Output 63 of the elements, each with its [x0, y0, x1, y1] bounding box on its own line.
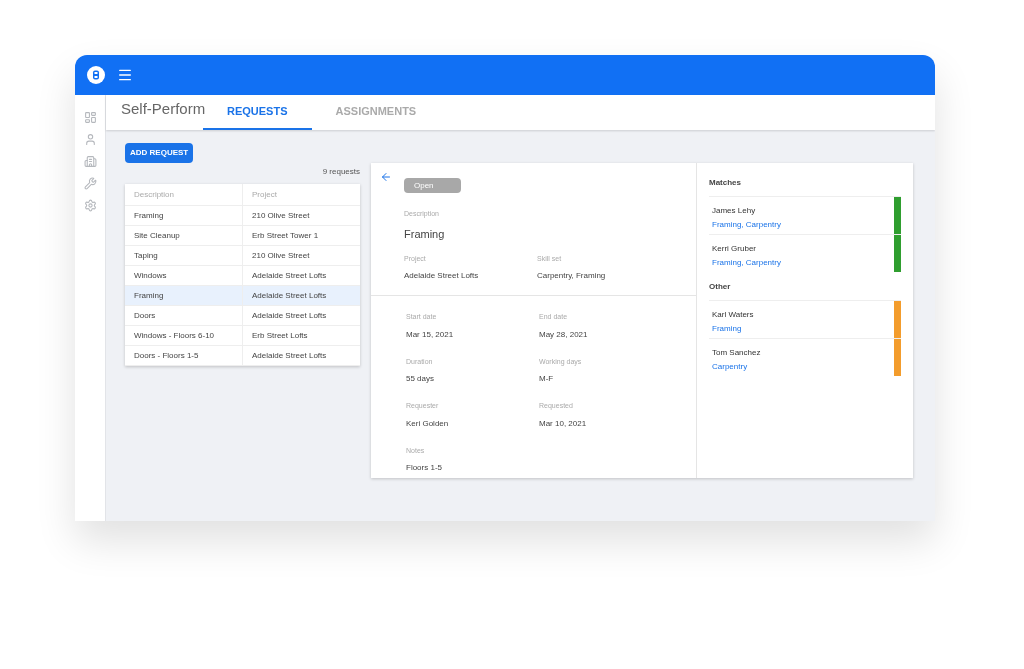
request-count: 9 requests [322, 166, 360, 178]
table-cell-text: Erb Street Lofts [251, 329, 309, 342]
table-cell: Framing [125, 206, 243, 225]
table-row[interactable]: Doors Adelaide Street Lofts [125, 306, 360, 326]
table-cell-text: Erb Street Tower 1 [251, 229, 320, 242]
person-row[interactable]: James Lehy Framing, Carpentry [709, 196, 901, 234]
menu-icon[interactable] [117, 67, 133, 83]
add-request-button[interactable]: ADD REQUEST [125, 143, 194, 163]
field-value: M-F [539, 373, 555, 385]
table-cell: Site Cleanup [125, 226, 243, 245]
person-skills: Carpentry [712, 361, 749, 373]
field-value: Mar 10, 2021 [539, 417, 588, 430]
table-row[interactable]: Framing Adelaide Street Lofts [125, 286, 360, 306]
table-cell-text: 210 Olive Street [251, 209, 311, 222]
table-row[interactable]: Framing 210 Olive Street [125, 206, 360, 226]
wrench-icon[interactable] [83, 177, 97, 190]
person-name: James Lehy [712, 205, 757, 217]
group-heading: Matches [709, 177, 742, 189]
person-row[interactable]: Tom Sanchez Carpentry [709, 338, 901, 376]
table-cell: Doors - Floors 1-5 [125, 346, 243, 365]
column-header: Project [251, 188, 278, 201]
page-title: Self-Perform [120, 98, 203, 119]
group-heading: Other [709, 281, 732, 293]
back-arrow-icon[interactable] [380, 171, 392, 183]
field-value: Adelaide Street Lofts [404, 269, 480, 282]
table-row[interactable]: Doors - Floors 1-5 Adelaide Street Lofts [125, 346, 360, 366]
settings-icon[interactable] [83, 199, 97, 212]
person-row[interactable]: Karl Waters Framing [709, 300, 901, 338]
person-name: Kerri Gruber [712, 243, 757, 255]
table-cell-text: Adelaide Street Lofts [251, 269, 328, 282]
building-icon[interactable] [83, 155, 97, 168]
table-cell: Windows - Floors 6-10 [125, 326, 243, 345]
person-skills: Framing, Carpentry [712, 219, 782, 231]
table-cell-text: Adelaide Street Lofts [251, 289, 328, 302]
dashboard-icon[interactable] [83, 111, 97, 124]
person-name: Tom Sanchez [712, 347, 762, 359]
table-row[interactable]: Taping 210 Olive Street [125, 246, 360, 266]
description-value: Framing [404, 226, 446, 242]
person-row[interactable]: Kerri Gruber Framing, Carpentry [709, 234, 901, 272]
field-value: 55 days [406, 373, 436, 385]
field-value: Keri Golden [406, 417, 450, 430]
tab[interactable]: REQUESTS [203, 95, 312, 130]
table-row[interactable]: Windows - Floors 6-10 Erb Street Lofts [125, 326, 360, 346]
person-skills: Framing [712, 323, 743, 335]
field-value: Carpentry, Framing [537, 269, 607, 282]
logo-icon [87, 66, 105, 84]
table-cell: Doors [125, 306, 243, 325]
table-cell: Framing [125, 286, 243, 305]
table-cell-text: 210 Olive Street [251, 249, 311, 262]
table-row[interactable]: Site Cleanup Erb Street Tower 1 [125, 226, 360, 246]
table-cell-text: Adelaide Street Lofts [251, 309, 328, 322]
table-row[interactable]: Windows Adelaide Street Lofts [125, 266, 360, 286]
person-name: Karl Waters [712, 309, 755, 321]
field-value: May 28, 2021 [539, 328, 589, 341]
field-value: Mar 15, 2021 [406, 328, 455, 341]
field-value: Floors 1-5 [406, 462, 443, 474]
status-badge: Open [404, 178, 461, 193]
person-icon[interactable] [83, 133, 97, 146]
table-cell-text: Adelaide Street Lofts [251, 349, 328, 362]
table-cell: Taping [125, 246, 243, 265]
table-cell: Windows [125, 266, 243, 285]
column-header: Description [125, 184, 243, 205]
person-skills: Framing, Carpentry [712, 257, 782, 269]
